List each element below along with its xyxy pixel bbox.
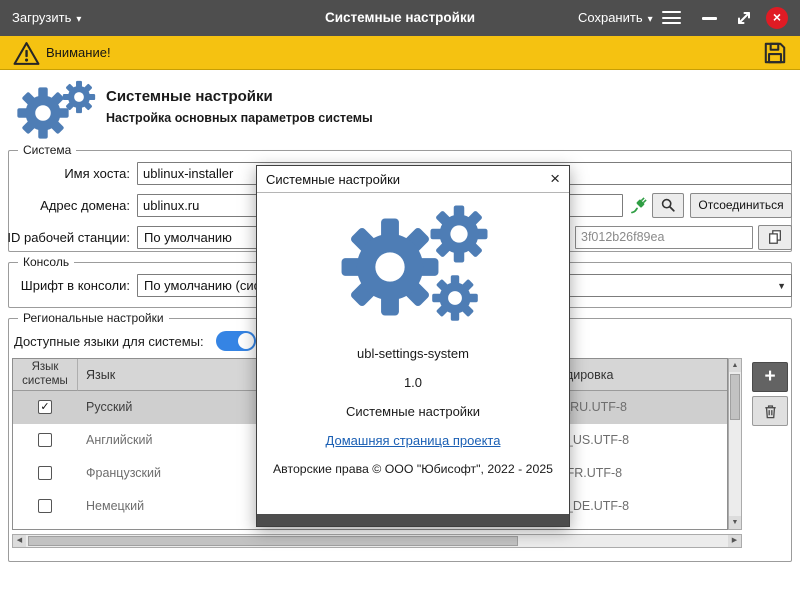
dialog-description: Системные настройки [345,404,481,419]
delete-language-button[interactable] [752,396,788,426]
connected-plug-icon [631,197,647,214]
scroll-down-icon[interactable]: ▼ [729,516,741,529]
save-menu-label: Сохранить [578,10,643,25]
domain-search-button[interactable] [652,193,684,218]
dialog-homepage-link[interactable]: Домашняя страница проекта [326,433,501,448]
scroll-up-icon[interactable]: ▲ [729,359,741,372]
warning-text: Внимание! [46,45,111,60]
close-icon: × [772,9,782,25]
page-subtitle: Настройка основных параметров системы [106,111,373,125]
row-checkbox[interactable] [38,499,52,513]
station-id-combo-value: По умолчанию [144,230,232,245]
hamburger-menu-button[interactable] [662,11,681,25]
caret-down-icon: ▾ [647,14,653,25]
disconnect-button[interactable]: Отсоединиться [690,193,792,218]
station-id-label: ID рабочей станции: [7,230,130,245]
warning-bar: Внимание! [0,36,800,70]
scroll-left-icon[interactable]: ◀ [13,535,26,547]
trash-icon [764,405,776,419]
copy-id-button[interactable] [758,225,792,250]
available-languages-label: Доступные языки для системы: [14,334,204,349]
column-header-system-language: Язык системы [13,359,78,391]
row-checkbox[interactable] [38,466,52,480]
console-font-label: Шрифт в консоли: [20,278,130,293]
dialog-footer-bar [257,514,569,526]
vertical-scroll-thumb[interactable] [730,374,740,420]
chevron-down-icon: ▼ [777,281,786,291]
titlebar: Загрузить ▾ Системные настройки Сохранить… [0,0,800,36]
languages-toggle[interactable] [216,331,256,351]
check-icon: ✓ [40,401,50,413]
station-id-value: 3f012b26f89ea [575,226,753,249]
horizontal-scroll-thumb[interactable] [28,536,518,546]
hostname-label: Имя хоста: [64,166,130,181]
row-checkbox-checked[interactable]: ✓ [38,400,52,414]
copy-icon [769,230,781,244]
scroll-right-icon[interactable]: ▶ [728,535,741,547]
close-button[interactable]: × [766,7,788,29]
plus-icon: + [764,366,776,387]
console-frame-legend: Консоль [18,255,75,269]
dialog-body: ubl-settings-system 1.0 Системные настро… [257,194,569,514]
page-title: Системные настройки [106,88,273,105]
add-language-button[interactable]: + [752,362,788,392]
app-gears-icon-large [341,205,488,321]
hamburger-icon [662,11,681,14]
app-window: Загрузить ▾ Системные настройки Сохранить… [0,0,800,600]
vertical-scrollbar[interactable]: ▲ ▼ [728,358,742,530]
dialog-title: Системные настройки [266,172,401,187]
dialog-copyright: Авторские права © ООО "Юбисофт", 2022 - … [272,462,553,476]
dialog-app-name: ubl-settings-system [357,346,469,361]
save-menu-button[interactable]: Сохранить ▾ [578,0,653,36]
minimize-button[interactable] [702,17,717,20]
save-icon[interactable] [762,40,788,66]
app-gears-icon [17,80,96,139]
domain-label: Адрес домена: [40,198,130,213]
toggle-knob [238,333,254,349]
search-icon [661,198,675,212]
horizontal-scrollbar[interactable]: ◀ ▶ [12,534,742,548]
warning-icon [13,42,40,65]
system-frame-legend: Система [18,143,77,157]
maximize-button[interactable] [734,8,754,28]
regional-frame-legend: Региональные настройки [18,311,169,325]
expand-icon [738,12,750,24]
dialog-close-button[interactable]: × [550,166,560,191]
close-icon: × [550,169,560,188]
about-dialog: Системные настройки × ubl-settings-syste… [256,165,570,527]
dialog-version: 1.0 [403,375,423,390]
row-checkbox[interactable] [38,433,52,447]
dialog-titlebar: Системные настройки × [257,166,569,193]
